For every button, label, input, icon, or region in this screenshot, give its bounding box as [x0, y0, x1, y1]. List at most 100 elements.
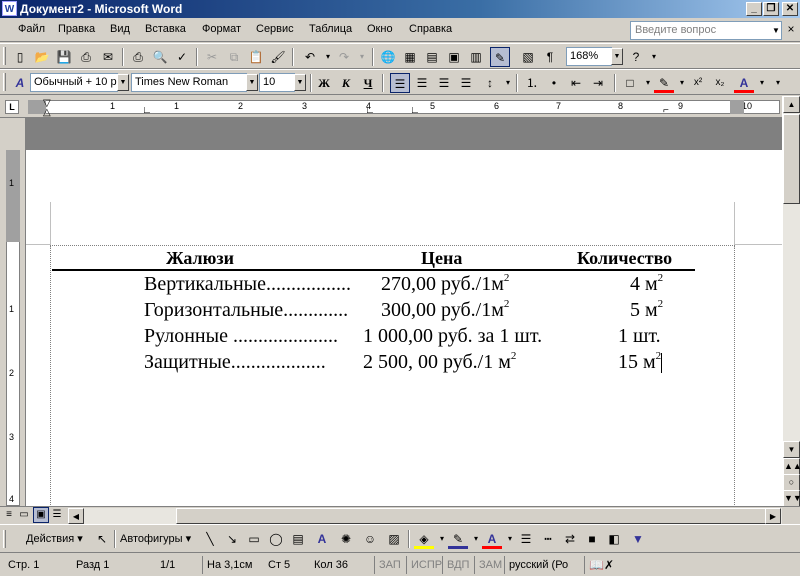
- textbox-icon[interactable]: ▤: [288, 529, 308, 549]
- doc-close-icon[interactable]: ×: [784, 22, 798, 36]
- actions-menu[interactable]: Действия ▾: [26, 532, 83, 545]
- underline-button[interactable]: Ч: [358, 73, 378, 93]
- select-objects-icon[interactable]: ↖: [92, 529, 112, 549]
- numbering-icon[interactable]: ⒈: [522, 73, 542, 93]
- paste-icon[interactable]: 📋: [246, 47, 266, 67]
- clipart-icon[interactable]: ☺: [360, 529, 380, 549]
- scroll-left-icon[interactable]: ◀: [68, 508, 84, 524]
- cut-icon[interactable]: ✂: [202, 47, 222, 67]
- toolbar-options-icon[interactable]: ▼: [628, 529, 648, 549]
- restore-icon[interactable]: ❐: [763, 2, 779, 16]
- font-size-dropdown-icon[interactable]: ▼: [294, 74, 306, 91]
- help-icon[interactable]: ?: [626, 47, 646, 67]
- italic-button[interactable]: К: [336, 73, 356, 93]
- scroll-thumb[interactable]: [783, 114, 800, 204]
- autoshapes-menu[interactable]: Автофигуры ▾: [120, 532, 191, 545]
- align-right-icon[interactable]: ☰: [434, 73, 454, 93]
- font-dropdown-icon[interactable]: ▼: [246, 74, 258, 91]
- line-style-icon[interactable]: ☰: [516, 529, 536, 549]
- redo-dropdown-icon[interactable]: ▾: [352, 47, 372, 67]
- line-icon[interactable]: ╲: [200, 529, 220, 549]
- superscript-icon[interactable]: x²: [688, 73, 708, 93]
- align-center-icon[interactable]: ☰: [412, 73, 432, 93]
- insert-table-icon[interactable]: ▤: [422, 47, 442, 67]
- arrow-style-icon[interactable]: ⇄: [560, 529, 580, 549]
- font-color-icon[interactable]: A: [482, 529, 502, 549]
- arrow-icon[interactable]: ↘: [222, 529, 242, 549]
- word-app-icon[interactable]: W: [2, 1, 17, 16]
- menu-insert[interactable]: Вставка: [145, 23, 186, 35]
- style-dropdown-icon[interactable]: ▼: [117, 74, 129, 91]
- toolbar-grip[interactable]: [3, 530, 6, 548]
- menu-file[interactable]: Файл: [18, 23, 45, 35]
- increase-indent-icon[interactable]: ⇥: [588, 73, 608, 93]
- normal-view-icon[interactable]: ≡: [2, 507, 16, 523]
- menu-table[interactable]: Таблица: [309, 23, 352, 35]
- redo-icon[interactable]: ↷: [334, 47, 354, 67]
- bold-button[interactable]: Ж: [314, 73, 334, 93]
- next-page-icon[interactable]: ▼▼: [783, 490, 800, 507]
- font-color-icon[interactable]: A: [734, 73, 754, 93]
- scroll-right-icon[interactable]: ▶: [765, 508, 781, 524]
- horizontal-ruler[interactable]: L ▽ △ 1 1 2 3 4 5 6 7 8 9 10 ∟ ∟ ∟ ⌐: [0, 96, 800, 118]
- spelling-status-icon[interactable]: 📖✗: [584, 556, 620, 574]
- menu-view[interactable]: Вид: [110, 23, 130, 35]
- columns-icon[interactable]: ▥: [466, 47, 486, 67]
- status-ovr[interactable]: ЗАМ: [474, 556, 504, 574]
- subscript-icon[interactable]: x₂: [710, 73, 730, 93]
- zoom-select[interactable]: 168%: [566, 47, 612, 66]
- show-formatting-icon[interactable]: ¶: [540, 47, 560, 67]
- status-trk[interactable]: ИСПР: [406, 556, 442, 574]
- font-select[interactable]: Times New Roman: [131, 73, 247, 92]
- borders-icon[interactable]: □: [620, 73, 640, 93]
- fill-color-icon[interactable]: ◈: [414, 529, 434, 549]
- justify-icon[interactable]: ☰: [456, 73, 476, 93]
- highlight-icon[interactable]: ✎: [654, 73, 674, 93]
- left-indent-marker[interactable]: △: [43, 107, 51, 118]
- open-icon[interactable]: 📂: [32, 47, 52, 67]
- format-painter-icon[interactable]: 🖌: [268, 47, 288, 67]
- dash-style-icon[interactable]: ┅: [538, 529, 558, 549]
- document-map-icon[interactable]: ▧: [518, 47, 538, 67]
- status-rec[interactable]: ЗАП: [374, 556, 406, 574]
- tables-borders-icon[interactable]: ▦: [400, 47, 420, 67]
- new-document-icon[interactable]: ▯: [10, 47, 30, 67]
- toolbar-options-icon[interactable]: ▾: [768, 73, 788, 93]
- tab-stop-marker[interactable]: ∟: [410, 105, 420, 116]
- picture-icon[interactable]: ▨: [384, 529, 404, 549]
- print-layout-icon[interactable]: ▣: [33, 507, 49, 523]
- bullets-icon[interactable]: •: [544, 73, 564, 93]
- align-left-icon[interactable]: ☰: [390, 73, 410, 93]
- horizontal-scrollbar[interactable]: ◀ ▶: [68, 508, 782, 524]
- insert-excel-icon[interactable]: ▣: [444, 47, 464, 67]
- tab-stop-marker[interactable]: ∟: [142, 105, 152, 116]
- menu-help[interactable]: Справка: [409, 23, 452, 35]
- email-icon[interactable]: ✉: [98, 47, 118, 67]
- permission-icon[interactable]: ⎙: [76, 47, 96, 67]
- scroll-up-icon[interactable]: ▲: [783, 96, 800, 113]
- print-icon[interactable]: ⎙: [128, 47, 148, 67]
- line-color-icon[interactable]: ✎: [448, 529, 468, 549]
- ask-question-input[interactable]: Введите вопрос: [630, 21, 782, 40]
- outline-view-icon[interactable]: ☰: [50, 507, 64, 523]
- font-size-select[interactable]: 10: [259, 73, 295, 92]
- rectangle-icon[interactable]: ▭: [244, 529, 264, 549]
- menu-edit[interactable]: Правка: [58, 23, 95, 35]
- decrease-indent-icon[interactable]: ⇤: [566, 73, 586, 93]
- hyperlink-icon[interactable]: 🌐: [378, 47, 398, 67]
- toolbar-options-icon[interactable]: ▾: [644, 47, 664, 67]
- minimize-icon[interactable]: _: [746, 2, 762, 16]
- vertical-ruler[interactable]: 1 1 2 3 4: [0, 118, 26, 506]
- tab-stop-marker[interactable]: ∟: [365, 105, 375, 116]
- chevron-down-icon[interactable]: ▼: [770, 21, 782, 40]
- styles-pane-icon[interactable]: A: [10, 73, 30, 93]
- toolbar-grip[interactable]: [3, 73, 6, 91]
- tab-stop-marker[interactable]: ⌐: [663, 105, 669, 116]
- save-icon[interactable]: 💾: [54, 47, 74, 67]
- line-spacing-dropdown-icon[interactable]: ▾: [498, 73, 518, 93]
- web-view-icon[interactable]: ▭: [17, 507, 31, 523]
- document-area[interactable]: Жалюзи Цена Количество Вертикальные.....…: [26, 118, 782, 506]
- oval-icon[interactable]: ◯: [266, 529, 286, 549]
- 3d-style-icon[interactable]: ◧: [604, 529, 624, 549]
- style-select[interactable]: Обычный + 10 р: [30, 73, 118, 92]
